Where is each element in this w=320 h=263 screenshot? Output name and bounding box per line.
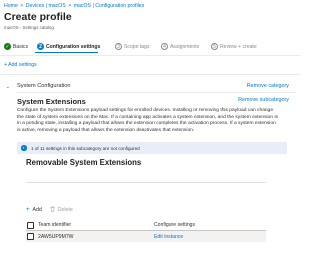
delete-button-label: Delete [57, 207, 73, 213]
table-toolbar: + Add Delete [26, 206, 81, 214]
edit-instance-link[interactable]: Edit instance [154, 234, 183, 240]
wizard-step-basics[interactable]: ✓ Basics [4, 43, 28, 50]
add-button-label: Add [32, 207, 42, 213]
breadcrumb-home[interactable]: Home [4, 3, 18, 9]
wizard-step-review-create[interactable]: 5 Review + create [211, 43, 257, 50]
subcategory-description: Configure the System Extensions payload … [17, 108, 278, 133]
chevron-down-icon[interactable]: ⌄ [6, 84, 10, 90]
step-number-badge: 4 [161, 43, 168, 50]
wizard-step-configuration-settings[interactable]: 2 Configuration settings [37, 43, 100, 50]
remove-subcategory-link[interactable]: Remove subcategory [238, 97, 289, 103]
divider [17, 92, 296, 93]
table-row[interactable]: 2AW5UP9M7W Edit instance [26, 231, 266, 242]
add-settings-link[interactable]: + Add settings [4, 62, 37, 68]
add-button[interactable]: + Add [26, 207, 42, 213]
subcategory-title: System Extensions [17, 97, 86, 106]
wizard-step-label: Basics [13, 43, 29, 50]
setting-title: Removable System Extensions [26, 158, 142, 167]
wizard-step-scope-tags[interactable]: 3 Scope tags [115, 43, 150, 50]
checkmark-icon: ✓ [4, 43, 11, 50]
wizard-steps: ✓ Basics 2 Configuration settings 3 Scop… [0, 41, 300, 55]
breadcrumb-separator: > [68, 3, 72, 9]
column-header-configure-settings: Configure settings [154, 222, 196, 228]
info-icon: i [21, 145, 27, 151]
wizard-step-label: Scope tags [124, 43, 150, 50]
delete-button[interactable]: Delete [50, 206, 73, 214]
wizard-step-assignments[interactable]: 4 Assignments [161, 43, 199, 50]
page-title: Create profile [4, 11, 72, 23]
info-banner-text: 1 of 11 settings in this subcategory are… [31, 145, 140, 151]
divider [0, 55, 300, 56]
select-all-checkbox[interactable] [27, 222, 34, 229]
row-checkbox[interactable] [27, 233, 34, 240]
wizard-step-label: Review + create [220, 43, 257, 50]
column-header-team-identifier[interactable]: Team identifier [38, 222, 71, 228]
category-title: System Configuration [17, 83, 71, 89]
step-number-badge: 3 [115, 43, 122, 50]
table-header: Team identifier Configure settings [26, 221, 266, 230]
divider [26, 182, 266, 183]
team-identifier-cell: 2AW5UP9M7W [38, 233, 74, 240]
breadcrumb-separator: > [20, 3, 24, 9]
plus-icon: + [26, 207, 30, 213]
info-banner: i 1 of 11 settings in this subcategory a… [17, 142, 287, 154]
trash-icon-svg [50, 206, 55, 212]
trash-icon [50, 206, 55, 214]
page-subtitle: macOS - Settings catalog [4, 25, 54, 30]
wizard-step-label: Configuration settings [46, 43, 101, 50]
step-number-badge: 5 [211, 43, 218, 50]
remove-category-link[interactable]: Remove category [247, 83, 289, 89]
breadcrumb-configuration-profiles[interactable]: macOS | Configuration profiles [74, 3, 145, 9]
active-step-underline [35, 52, 98, 54]
breadcrumb-devices-macos[interactable]: Devices | macOS [26, 3, 66, 9]
step-number-badge: 2 [37, 43, 44, 50]
divider [0, 74, 300, 75]
breadcrumb: Home > Devices | macOS > macOS | Configu… [4, 3, 144, 9]
wizard-step-label: Assignments [170, 43, 200, 50]
